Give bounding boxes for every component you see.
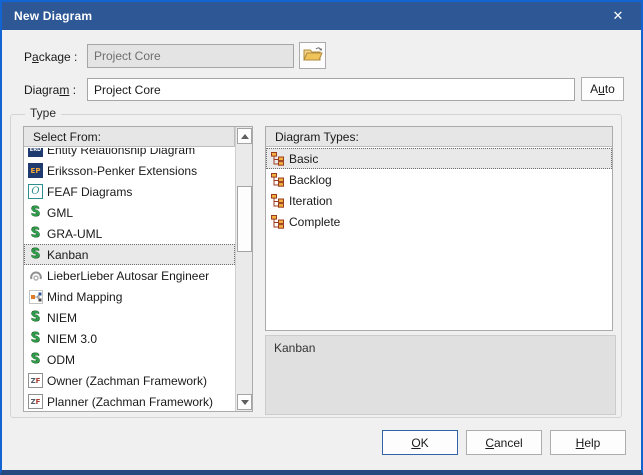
type-item-iteration[interactable]: Iteration [266, 190, 612, 211]
profile-icon [28, 247, 43, 262]
select-from-scrollbar[interactable] [235, 127, 252, 411]
type-item-complete[interactable]: Complete [266, 211, 612, 232]
triangle-up-icon [241, 134, 249, 139]
profile-icon [28, 352, 43, 367]
list-item-eriksson-penker[interactable]: Eriksson-Penker Extensions [24, 160, 235, 181]
title-bar: New Diagram ✕ [2, 2, 641, 30]
select-from-list: Select From: Entity Relationship Diagram… [23, 126, 253, 412]
package-label: Package : [24, 50, 77, 64]
new-diagram-dialog: New Diagram ✕ Package : Diagram : Auto T… [0, 0, 643, 475]
type-item-basic[interactable]: Basic [266, 148, 612, 169]
profile-icon [28, 226, 43, 241]
erd-icon [28, 148, 43, 157]
diagram-tree-icon [270, 193, 285, 208]
type-item-backlog[interactable]: Backlog [266, 169, 612, 190]
package-field [87, 44, 294, 68]
folder-icon [303, 46, 323, 65]
diagram-tree-icon [270, 172, 285, 187]
description-box: Kanban [265, 335, 616, 415]
list-item-odm[interactable]: ODM [24, 349, 235, 370]
list-item-mind-mapping[interactable]: Mind Mapping [24, 286, 235, 307]
mind-mapping-icon [28, 289, 43, 304]
diagram-tree-icon [270, 151, 285, 166]
ok-button[interactable]: OK [382, 430, 458, 455]
profile-icon [28, 310, 43, 325]
diagram-types-list: Diagram Types: Basic Backlog [265, 126, 613, 331]
triangle-down-icon [241, 400, 249, 405]
scroll-down-button[interactable] [237, 394, 252, 410]
list-item-owner-zachman[interactable]: Owner (Zachman Framework) [24, 370, 235, 391]
diagram-types-items: Basic Backlog Iteration [266, 148, 612, 330]
help-button[interactable]: Help [550, 430, 626, 455]
auto-button[interactable]: Auto [581, 77, 624, 101]
diagram-label: Diagram : [24, 83, 76, 97]
list-item-feaf-diagrams[interactable]: FEAF Diagrams [24, 181, 235, 202]
list-item-niem-3-0[interactable]: NIEM 3.0 [24, 328, 235, 349]
profile-icon [28, 331, 43, 346]
list-item-niem[interactable]: NIEM [24, 307, 235, 328]
list-item-lieberlieber-autosar[interactable]: LieberLieber Autosar Engineer [24, 265, 235, 286]
scroll-up-button[interactable] [237, 128, 252, 144]
list-item-planner-zachman[interactable]: Planner (Zachman Framework) [24, 391, 235, 411]
zachman-framework-icon [28, 373, 43, 388]
zachman-framework-icon [28, 394, 43, 409]
diagram-name-input[interactable] [87, 78, 575, 101]
diagram-tree-icon [270, 214, 285, 229]
lieberlieber-icon [28, 268, 43, 283]
list-item-kanban[interactable]: Kanban [24, 244, 235, 265]
browse-package-button[interactable] [299, 42, 326, 69]
dialog-title: New Diagram [14, 9, 92, 23]
feaf-icon [28, 184, 43, 199]
profile-icon [28, 205, 43, 220]
list-item-gra-uml[interactable]: GRA-UML [24, 223, 235, 244]
diagram-types-header: Diagram Types: [266, 127, 612, 147]
type-group-label: Type [25, 106, 61, 120]
select-from-header: Select From: [24, 127, 235, 147]
dialog-body: Package : Diagram : Auto Type Select Fro… [2, 30, 641, 470]
close-icon[interactable]: ✕ [601, 2, 635, 30]
cancel-button[interactable]: Cancel [466, 430, 542, 455]
list-item-gml[interactable]: GML [24, 202, 235, 223]
ep-icon [28, 163, 43, 178]
select-from-items: Entity Relationship Diagram Eriksson-Pen… [24, 148, 235, 411]
list-item-entity-relationship-diagram[interactable]: Entity Relationship Diagram [24, 148, 235, 160]
scrollbar-thumb[interactable] [237, 186, 252, 252]
type-groupbox: Type Select From: Entity Relationship Di… [10, 114, 622, 418]
